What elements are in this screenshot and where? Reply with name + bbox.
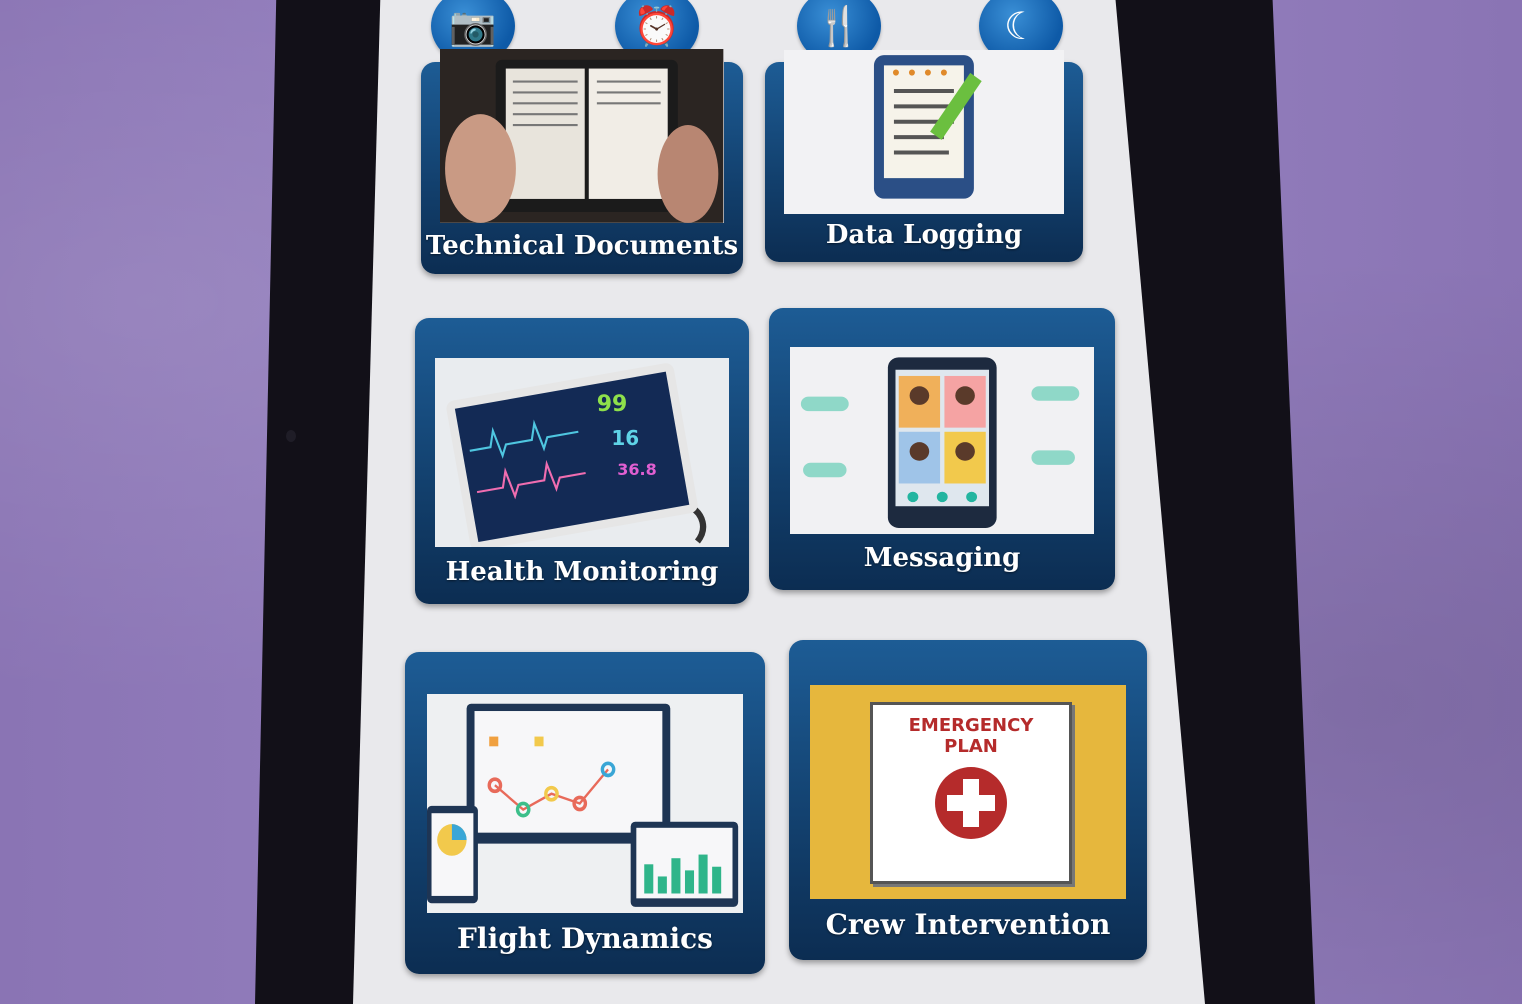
emergency-plan-title-line2: PLAN	[944, 735, 998, 757]
technical-documents-image	[440, 49, 724, 224]
front-camera	[286, 430, 296, 442]
temperature-readout: 36.8	[617, 459, 657, 479]
tile-technical-documents[interactable]: Technical Documents	[421, 49, 743, 274]
emergency-plan-notebook: EMERGENCY PLAN	[870, 701, 1072, 884]
flight-dynamics-image	[426, 693, 744, 913]
crew-intervention-image: EMERGENCY PLAN	[810, 684, 1126, 900]
emergency-plan-title-line1: EMERGENCY	[908, 714, 1034, 736]
tile-label: Flight Dynamics	[457, 921, 713, 955]
tile-flight-dynamics[interactable]: Flight Dynamics	[405, 652, 765, 974]
tile-crew-intervention[interactable]: EMERGENCY PLAN Crew Intervention	[789, 640, 1147, 960]
tile-health-monitoring[interactable]: 99 16 36.8 Health Monitoring	[415, 318, 749, 604]
health-monitoring-image: 99 16 36.8	[435, 358, 729, 547]
spo2-readout: 16	[611, 425, 640, 450]
tile-label: Data Logging	[825, 220, 1023, 250]
red-cross-icon	[934, 766, 1007, 839]
messaging-image	[789, 347, 1095, 534]
tile-label: Health Monitoring	[445, 556, 719, 587]
heart-rate-readout: 99	[596, 392, 628, 417]
tile-label: Technical Documents	[425, 231, 739, 262]
tile-data-logging[interactable]: Data Logging	[765, 50, 1083, 262]
data-logging-image	[784, 50, 1064, 214]
tablet-screen: 📷 ⏰ 🍴 ☾ Technical Documents Data Logging…	[353, 0, 1205, 1004]
tile-messaging[interactable]: Messaging	[769, 308, 1115, 590]
tile-label: Crew Intervention	[825, 907, 1111, 941]
tile-label: Messaging	[863, 543, 1021, 574]
